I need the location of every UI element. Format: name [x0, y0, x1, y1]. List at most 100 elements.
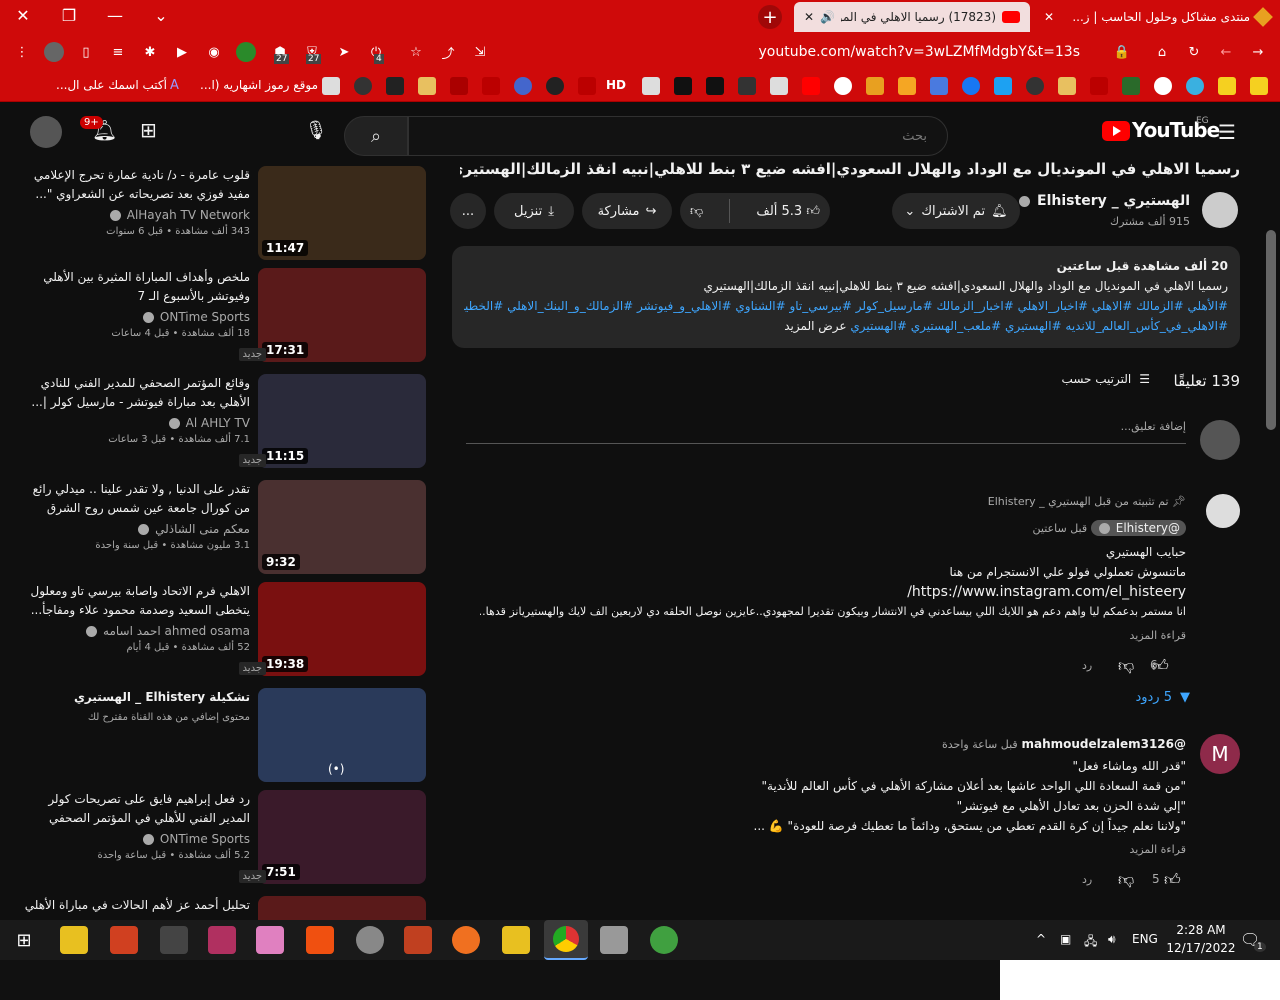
related-video-channel[interactable]: ONTime Sports [20, 310, 250, 324]
related-video-item[interactable]: 19:38 الاهلي فرم الاتحاد واصابة بيرسي تا… [0, 582, 440, 678]
video-thumbnail[interactable]: 17:31 [258, 268, 426, 362]
youtube-logo-icon[interactable] [1102, 121, 1130, 141]
bookmark-icon[interactable] [514, 77, 532, 95]
read-more-link[interactable]: قراءة المزيد [1000, 626, 1187, 646]
related-video-title[interactable]: تقدر على الدنيا , ولا تقدر علينا .. ميدل… [20, 480, 250, 518]
bookmark-icon[interactable] [898, 77, 916, 95]
bookmark-icon[interactable] [482, 77, 500, 95]
volume-icon[interactable]: 🔊︎ [1108, 932, 1116, 947]
bookmark-icon[interactable] [1186, 77, 1204, 95]
comment-time[interactable]: قبل ساعة واحدة [942, 738, 1018, 751]
bookmark-icon[interactable] [930, 77, 948, 95]
video-thumbnail[interactable]: 11:47 [258, 166, 426, 260]
tab-active[interactable]: (17823) رسميا الاهلي في الموا 🔊 ✕ [794, 2, 1030, 32]
show-hidden-icons-chevron-icon[interactable]: ^ [1036, 932, 1046, 946]
reply-button[interactable]: رد [1082, 873, 1092, 886]
add-comment-input[interactable]: إضافة تعليق... [466, 420, 1186, 444]
video-thumbnail[interactable]: 11:15 [258, 374, 426, 468]
bookmark-icon[interactable] [418, 77, 436, 95]
taskbar-app-icon[interactable] [600, 926, 628, 954]
related-video-channel[interactable]: معكم منى الشاذلي [20, 522, 250, 536]
home-icon[interactable]: ⌂ [1152, 42, 1172, 62]
commenter-avatar[interactable] [1206, 494, 1240, 528]
bookmark-icon[interactable] [322, 77, 340, 95]
related-video-title[interactable]: وقائع المؤتمر الصحفي للمدير الفني للنادي… [20, 374, 250, 412]
related-video-title[interactable]: تحليل أحمد عز لأهم الحالات في مباراة الأ… [20, 896, 250, 915]
extension-ublock-icon[interactable]: ⬢ 27 [270, 42, 290, 64]
bookmark-item[interactable]: HD [606, 78, 626, 92]
extensions-puzzle-icon[interactable]: ✱ [140, 42, 160, 62]
bookmark-icon[interactable] [770, 77, 788, 95]
tab-close-icon[interactable]: ✕ [1044, 10, 1054, 24]
taskbar-app-icon[interactable] [60, 926, 88, 954]
comment-author[interactable]: @mahmoudelzalem3126 [1021, 737, 1186, 751]
taskbar-app-icon[interactable] [306, 926, 334, 954]
video-thumbnail[interactable]: 19:38 [258, 582, 426, 676]
video-thumbnail[interactable]: 9:32 [258, 480, 426, 574]
voice-search-mic-icon[interactable]: 🎙︎ [302, 120, 330, 148]
bookmark-icon[interactable] [1090, 77, 1108, 95]
related-video-item[interactable]: تحليل أحمد عز لأهم الحالات في مباراة الأ… [0, 896, 440, 920]
related-video-item[interactable]: 17:31 ملخص وأهداف المباراة المثيرة بين ا… [0, 268, 440, 364]
taskbar-app-icon[interactable] [208, 926, 236, 954]
page-scrollbar-thumb[interactable] [1266, 230, 1276, 430]
bookmark-icon[interactable] [1058, 77, 1076, 95]
read-more-link[interactable]: قراءة المزيد [1000, 840, 1187, 860]
related-video-channel[interactable]: ONTime Sports [20, 832, 250, 846]
related-video-title[interactable]: رد فعل إبراهيم فايق على تصريحات كولر الم… [20, 790, 250, 828]
related-video-item[interactable]: 11:47 قلوب عامرة - د/ نادية عمارة تحرج ا… [0, 166, 440, 262]
taskbar-app-icon[interactable] [650, 926, 678, 954]
comment-dislike-icon[interactable]: 👎︎ [1118, 656, 1134, 676]
bookmark-icon[interactable] [1026, 77, 1044, 95]
forward-icon[interactable]: ← [1216, 42, 1236, 62]
input-language[interactable]: ENG [1132, 932, 1158, 946]
bookmark-icon[interactable] [674, 77, 692, 95]
bookmark-icon[interactable] [386, 77, 404, 95]
related-video-item[interactable]: 9:32 تقدر على الدنيا , ولا تقدر علينا ..… [0, 480, 440, 576]
search-button[interactable]: ⌕ [344, 116, 408, 156]
extension-icon[interactable]: ➤ [334, 42, 354, 62]
clock-date[interactable]: 12/17/2022 [1166, 941, 1236, 955]
reading-list-icon[interactable]: ≡ [108, 42, 128, 62]
tab-search-chevron-icon[interactable]: ⌄ [138, 0, 184, 30]
tab-close-icon[interactable]: ✕ [804, 10, 814, 24]
sidebar-icon[interactable]: ▯ [76, 42, 96, 62]
chrome-taskbar-button[interactable] [544, 920, 588, 960]
clock-time[interactable]: 2:28 AM [1166, 923, 1236, 937]
taskbar-app-icon[interactable] [160, 926, 188, 954]
description-hashtags[interactable]: #الاهلي_في_كأس_العالم_للانديه #الهستيري … [850, 319, 1228, 333]
firefox-icon[interactable] [452, 926, 480, 954]
video-thumbnail[interactable]: (•) [258, 688, 426, 782]
show-more-link[interactable]: عرض المزيد [784, 319, 846, 333]
comment-time[interactable]: قبل ساعتين [1033, 522, 1088, 535]
more-actions-button[interactable]: ... [450, 193, 486, 229]
taskbar-app-icon[interactable] [110, 926, 138, 954]
related-video-title[interactable]: قلوب عامرة - د/ نادية عمارة تحرج الإعلام… [20, 166, 250, 204]
taskbar-app-icon[interactable] [404, 926, 432, 954]
related-mix-item[interactable]: (•) تشكيلة Elhistery _ الهستيري محتوى إض… [0, 688, 440, 784]
description-hashtags[interactable]: #الأهلي #الزمالك #الاهلي #اخبار_الاهلي #… [464, 296, 1228, 316]
restore-window-icon[interactable]: ❐ [46, 0, 92, 30]
related-video-title[interactable]: الاهلي فرم الاتحاد واصابة بيرسي تاو ومعل… [20, 582, 251, 620]
comment-like-icon[interactable]: 👍︎ [1164, 870, 1181, 890]
related-video-item[interactable]: 11:15 وقائع المؤتمر الصحفي للمدير الفني … [0, 374, 440, 470]
dislike-button[interactable]: 👎︎ [690, 204, 703, 219]
related-video-title[interactable]: ملخص وأهداف المباراة المثيرة بين الأهلي … [20, 268, 250, 306]
bookmark-font-icon[interactable]: A [170, 78, 179, 93]
bookmark-icon[interactable] [1154, 77, 1172, 95]
related-video-title[interactable]: تشكيلة Elhistery _ الهستيري [20, 688, 250, 707]
address-bar[interactable]: ☆ ⤴ ⇲ youtube.com/watch?v=3wLZMfMdgbY&t=… [400, 38, 1140, 66]
bookmark-icon[interactable] [578, 77, 596, 95]
bookmark-icon[interactable] [738, 77, 756, 95]
tray-icon[interactable]: ▣ [1060, 932, 1071, 946]
profile-avatar[interactable] [44, 42, 64, 62]
reload-icon[interactable]: ↻ [1184, 42, 1204, 62]
extension-adguard-icon[interactable]: ⛨ 27 [302, 42, 322, 64]
search-input[interactable]: بحث [408, 116, 948, 156]
taskbar-app-icon[interactable] [356, 926, 384, 954]
tab-inactive[interactable]: منتدى مشاكل وحلول الحاسب | ز... ✕ [1034, 2, 1280, 32]
commenter-avatar[interactable]: M [1200, 734, 1240, 774]
comment-author-chip[interactable]: @Elhistery [1090, 520, 1186, 536]
taskbar-app-icon[interactable] [502, 926, 530, 954]
bookmark-icon[interactable] [450, 77, 468, 95]
